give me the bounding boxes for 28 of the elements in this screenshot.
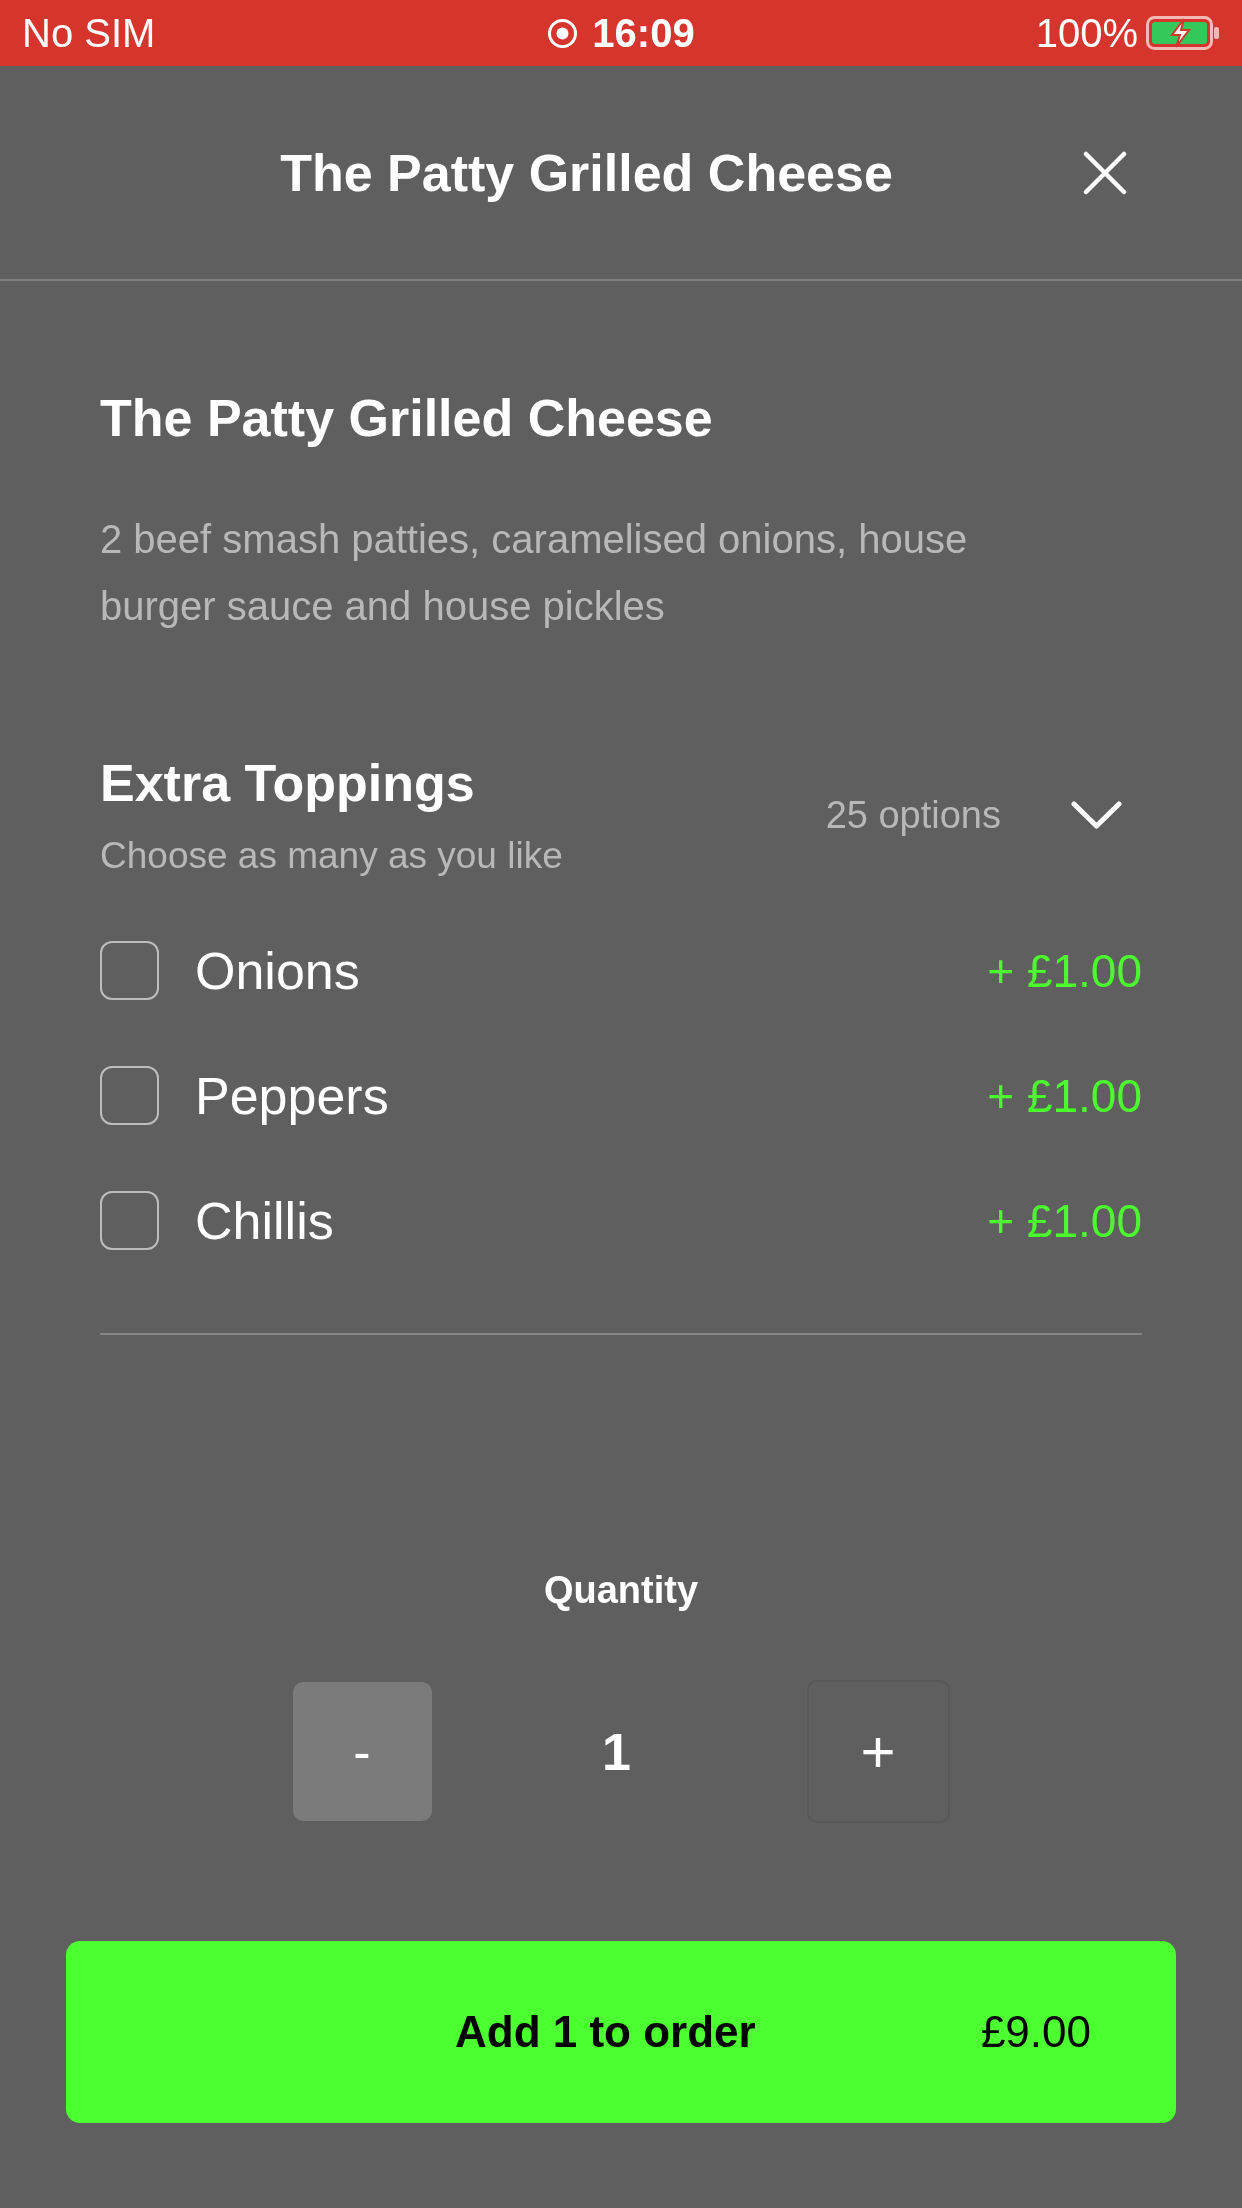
option-count: 25 options: [825, 793, 1001, 837]
group-hint: Choose as many as you like: [100, 836, 563, 876]
chevron-down-icon[interactable]: [1071, 800, 1122, 830]
record-icon: [547, 17, 579, 49]
increment-button[interactable]: +: [806, 1680, 950, 1823]
checkbox[interactable]: [100, 941, 159, 1000]
clock-time: 16:09: [592, 10, 695, 56]
header-title: The Patty Grilled Cheese: [279, 142, 894, 203]
order-total-price: £9.00: [980, 2007, 1091, 2057]
option-price: + £1.00: [987, 1068, 1142, 1123]
item-name: The Patty Grilled Cheese: [100, 389, 714, 447]
battery-percent: 100%: [1035, 10, 1138, 56]
quantity-value: 1: [601, 1721, 632, 1782]
add-to-order-button[interactable]: Add 1 to order £9.00: [66, 1941, 1176, 2123]
option-label: Peppers: [195, 1065, 390, 1126]
decrement-button[interactable]: -: [292, 1682, 432, 1821]
battery-charging-icon: [1146, 16, 1220, 50]
checkbox[interactable]: [100, 1066, 159, 1125]
carrier-text: No SIM: [22, 10, 157, 56]
item-description: 2 beef smash patties, caramelised onions, house burger sauce and house pickles: [100, 516, 969, 630]
quantity-label: Quantity: [542, 1569, 700, 1611]
group-title: Extra Toppings: [100, 754, 475, 812]
checkbox[interactable]: [100, 1191, 159, 1250]
option-label: Chillis: [195, 1190, 335, 1251]
close-icon[interactable]: [1083, 150, 1127, 195]
option-price: + £1.00: [987, 1193, 1142, 1248]
option-label: Onions: [195, 940, 361, 1001]
option-price: + £1.00: [987, 943, 1142, 998]
